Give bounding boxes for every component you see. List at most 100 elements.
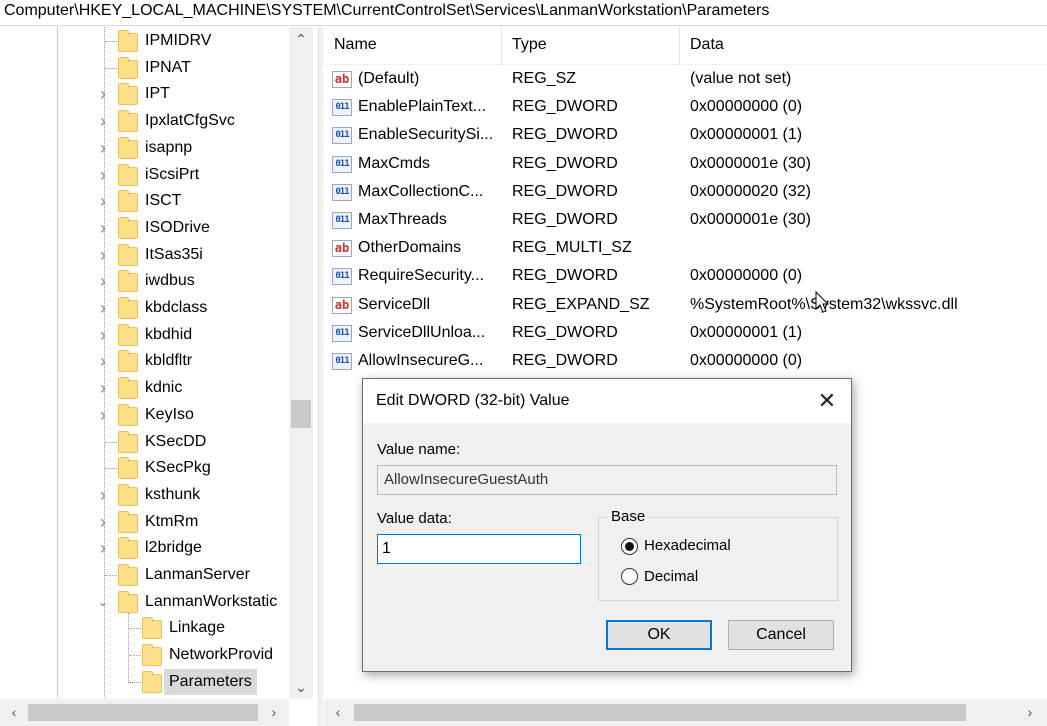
chevron-right-icon[interactable]: › <box>96 272 110 290</box>
tree-horizontal-scroll-thumb[interactable] <box>28 704 258 721</box>
cell-type: REG_SZ <box>512 70 577 87</box>
tree-item[interactable]: › iScsiPrt <box>0 162 289 188</box>
folder-icon <box>118 136 138 159</box>
chevron-right-icon[interactable]: › <box>96 192 110 210</box>
tree-item[interactable]: › l2bridge <box>0 535 289 561</box>
tree-item[interactable]: ⌄ LanmanWorkstatic <box>0 589 289 615</box>
chevron-right-icon[interactable]: › <box>96 513 110 531</box>
cell-type: REG_DWORD <box>512 211 618 228</box>
chevron-right-icon[interactable]: › <box>96 352 110 370</box>
registry-tree[interactable]: IPMIDRV IPNAT › IPT › IpxlatCfgSvc › isapnp › iSc… <box>0 27 318 726</box>
tree-item[interactable]: › iwdbus <box>0 268 289 294</box>
scroll-left-icon[interactable]: ‹ <box>326 700 350 724</box>
list-item[interactable]: 011 EnableSecuritySi... REG_DWORD 0x0000000… <box>324 121 1047 149</box>
tree-item[interactable]: › IpxlatCfgSvc <box>0 108 289 134</box>
tree-item[interactable]: LanmanServer <box>0 562 289 588</box>
tree-item[interactable]: › ksthunk <box>0 482 289 508</box>
column-separator[interactable] <box>501 27 502 65</box>
cancel-button[interactable]: Cancel <box>728 620 834 650</box>
chevron-right-icon[interactable]: › <box>96 246 110 264</box>
list-item[interactable]: ab (Default) REG_SZ (value not set) <box>324 65 1047 93</box>
scroll-right-icon[interactable]: › <box>1018 700 1042 724</box>
tree-item[interactable]: › IPT <box>0 81 289 107</box>
column-header-type[interactable]: Type <box>512 36 547 54</box>
tree-item[interactable]: › KtmRm <box>0 509 289 535</box>
tree-vertical-scrollbar[interactable]: ⌃ ⌄ <box>289 27 313 699</box>
list-item[interactable]: 011 RequireSecurity... REG_DWORD 0x00000000… <box>324 262 1047 290</box>
tree-item[interactable]: IPNAT <box>0 55 289 81</box>
folder-icon <box>118 564 138 586</box>
chevron-right-icon[interactable]: › <box>96 406 110 424</box>
decimal-radio-label[interactable]: Decimal <box>644 568 698 585</box>
tree-item[interactable]: › kbldfltr <box>0 348 289 374</box>
chevron-right-icon[interactable]: › <box>96 539 110 557</box>
tree-item[interactable]: KSecDD <box>0 429 289 455</box>
tree-horizontal-scrollbar[interactable]: ‹ › <box>0 699 289 726</box>
cell-data: 0x00000001 (1) <box>690 126 803 144</box>
tree-item[interactable]: › kbdclass <box>0 295 289 321</box>
cell-type: REG_DWORD <box>512 98 618 116</box>
tree-guide-line <box>129 681 141 683</box>
list-item[interactable]: 011 EnablePlainText... REG_DWORD 0x00000000… <box>324 93 1047 121</box>
chevron-down-icon[interactable]: ⌄ <box>96 594 110 609</box>
tree-item[interactable]: Linkage <box>0 615 289 641</box>
tree-item[interactable]: NetworkProvid <box>0 642 289 668</box>
tree-item[interactable]: › ISCT <box>0 188 289 214</box>
cell-data: 0x0000001e (30) <box>690 211 811 228</box>
tree-item-label: ISODrive <box>145 218 210 236</box>
hexadecimal-radio-label[interactable]: Hexadecimal <box>644 537 731 554</box>
tree-item[interactable]: KSecPkg <box>0 455 289 481</box>
close-icon[interactable]: ✕ <box>811 386 843 416</box>
scroll-right-icon[interactable]: › <box>262 700 286 724</box>
ok-button[interactable]: OK <box>606 620 712 650</box>
hexadecimal-radio[interactable] <box>621 538 638 555</box>
list-item[interactable]: 011 AllowInsecureG... REG_DWORD 0x00000000 … <box>324 347 1047 375</box>
scroll-up-icon[interactable]: ⌃ <box>289 27 313 51</box>
folder-icon <box>118 110 138 133</box>
address-bar[interactable]: Computer\HKEY_LOCAL_MACHINE\SYSTEM\Curre… <box>0 0 1047 26</box>
list-horizontal-scrollbar[interactable]: ‹ › <box>324 699 1047 726</box>
chevron-right-icon[interactable]: › <box>96 326 110 344</box>
chevron-right-icon[interactable]: › <box>96 139 110 157</box>
binary-value-icon: 011 <box>332 99 352 117</box>
tree-item-label: KSecDD <box>145 432 207 450</box>
column-header-data[interactable]: Data <box>690 36 724 54</box>
scroll-left-icon[interactable]: ‹ <box>2 700 26 724</box>
chevron-right-icon[interactable]: › <box>96 166 110 184</box>
chevron-right-icon[interactable]: › <box>96 379 110 397</box>
list-item[interactable]: ab OtherDomains REG_MULTI_SZ <box>324 234 1047 262</box>
tree-item[interactable]: › ISODrive <box>0 215 289 241</box>
chevron-right-icon[interactable]: › <box>96 219 110 237</box>
folder-icon <box>142 617 162 640</box>
chevron-right-icon[interactable]: › <box>96 299 110 317</box>
list-item[interactable]: 011 MaxThreads REG_DWORD 0x0000001e (30) <box>324 206 1047 234</box>
column-separator[interactable] <box>679 27 680 65</box>
tree-item-selected[interactable]: Parameters <box>0 668 289 695</box>
list-item[interactable]: 011 MaxCollectionC... REG_DWORD 0x00000020 … <box>324 178 1047 206</box>
chevron-right-icon[interactable]: › <box>96 486 110 504</box>
chevron-right-icon[interactable]: › <box>96 112 110 130</box>
tree-item[interactable]: › KeyIso <box>0 402 289 428</box>
chevron-right-icon[interactable]: › <box>96 85 110 103</box>
tree-vertical-scroll-thumb[interactable] <box>291 400 311 428</box>
cell-type: REG_MULTI_SZ <box>512 239 632 257</box>
tree-item[interactable]: › kdnic <box>0 375 289 401</box>
tree-item[interactable]: › kbdhid <box>0 322 289 348</box>
list-item[interactable]: abServiceDllREG_EXPAND_SZ%SystemRoot%\Sy… <box>324 291 1047 319</box>
tree-item[interactable]: › isapnp <box>0 135 289 161</box>
list-horizontal-scroll-thumb[interactable] <box>354 704 966 721</box>
tree-item-label: KSecPkg <box>145 459 211 477</box>
tree-item[interactable]: IPMIDRV <box>0 28 289 54</box>
list-item[interactable]: 011 MaxCmds REG_DWORD 0x0000001e (30) <box>324 150 1047 178</box>
pane-splitter[interactable] <box>318 27 323 726</box>
column-header-name[interactable]: Name <box>334 36 377 54</box>
dialog-titlebar[interactable]: Edit DWORD (32-bit) Value ✕ <box>363 379 851 423</box>
tree-item-label: ItSas35i <box>145 245 203 263</box>
value-data-input[interactable]: 1 <box>377 534 581 564</box>
list-item[interactable]: 011 ServiceDllUnloa... REG_DWORD 0x00000001… <box>324 319 1047 347</box>
decimal-radio[interactable] <box>621 568 638 585</box>
scroll-down-icon[interactable]: ⌄ <box>289 675 313 699</box>
tree-item[interactable]: › ItSas35i <box>0 242 289 268</box>
folder-icon <box>142 670 162 693</box>
cell-name: AllowInsecureG... <box>358 352 484 369</box>
